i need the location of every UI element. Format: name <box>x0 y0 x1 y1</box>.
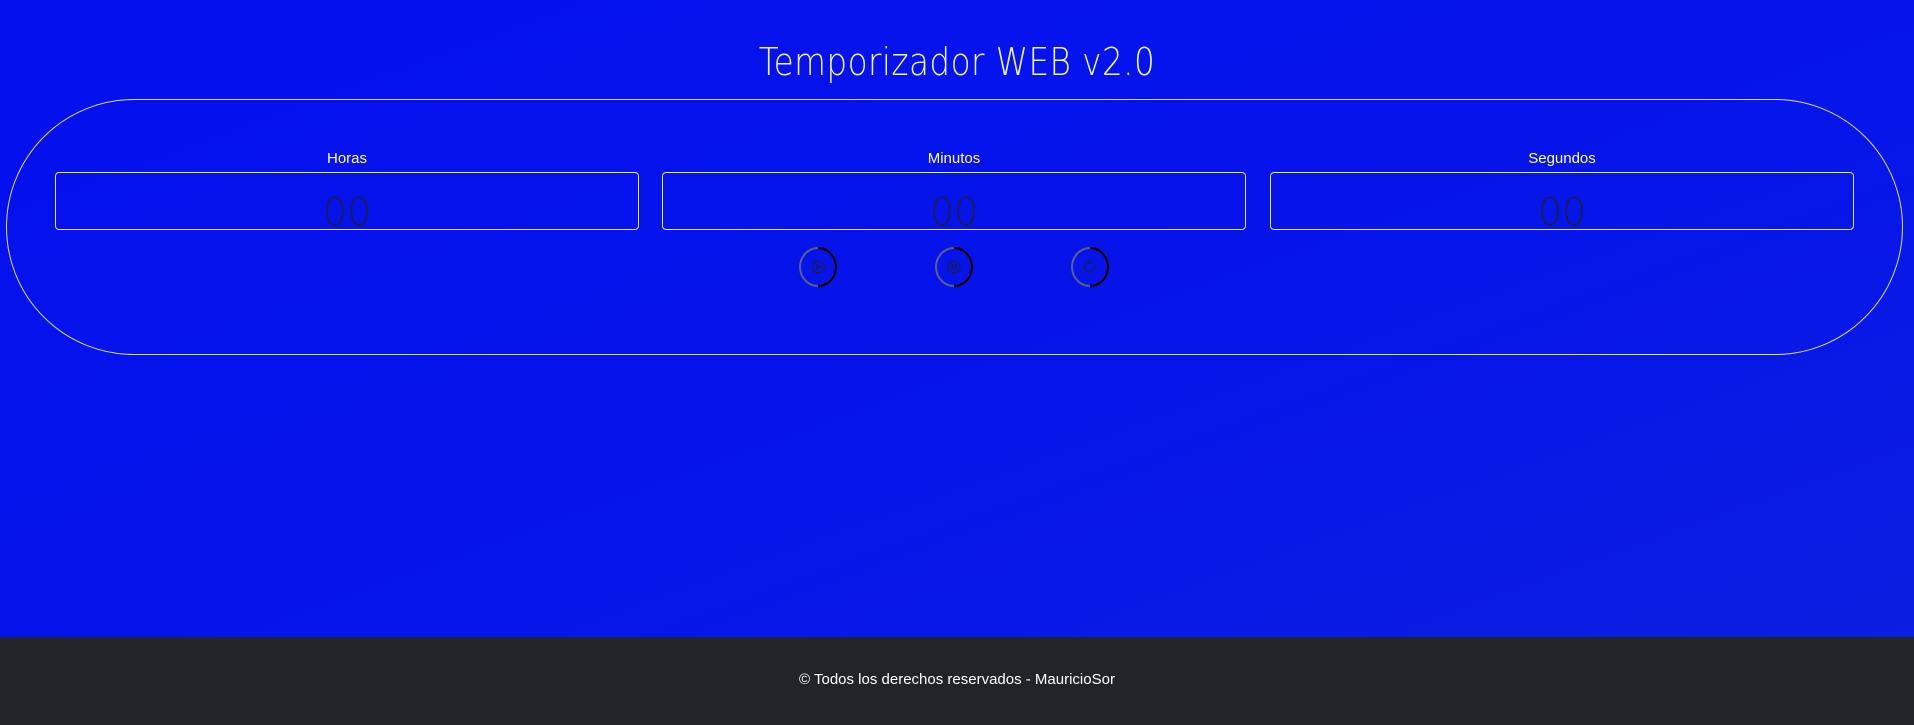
page-title: Temporizador WEB v2.0 <box>758 40 1156 84</box>
hours-field: Horas 00 <box>55 150 639 234</box>
minutes-field: Minutos 00 <box>662 150 1246 234</box>
footer-copyright: © Todos los derechos reservados - Mauric… <box>799 670 1115 688</box>
minutes-value: 00 <box>929 190 979 234</box>
footer: © Todos los derechos reservados - Mauric… <box>0 637 1914 725</box>
hours-value: 00 <box>322 190 372 234</box>
timer-controls <box>798 244 1110 290</box>
minutes-input[interactable]: 00 <box>662 172 1246 234</box>
main-area: Temporizador WEB v2.0 Horas 00 Minutos 0… <box>0 0 1914 637</box>
seconds-label: Segundos <box>1528 150 1596 167</box>
hours-label: Horas <box>326 150 367 167</box>
hours-input[interactable]: 00 <box>55 172 639 234</box>
play-icon <box>799 246 838 288</box>
pause-button[interactable] <box>934 244 974 290</box>
play-button[interactable] <box>798 244 838 290</box>
seconds-field: Segundos 00 <box>1270 150 1854 234</box>
pause-icon <box>935 246 974 288</box>
seconds-input[interactable]: 00 <box>1270 172 1854 234</box>
reset-icon <box>1071 246 1110 288</box>
seconds-value: 00 <box>1537 190 1587 234</box>
minutes-label: Minutos <box>927 150 981 167</box>
reset-button[interactable] <box>1070 244 1110 290</box>
